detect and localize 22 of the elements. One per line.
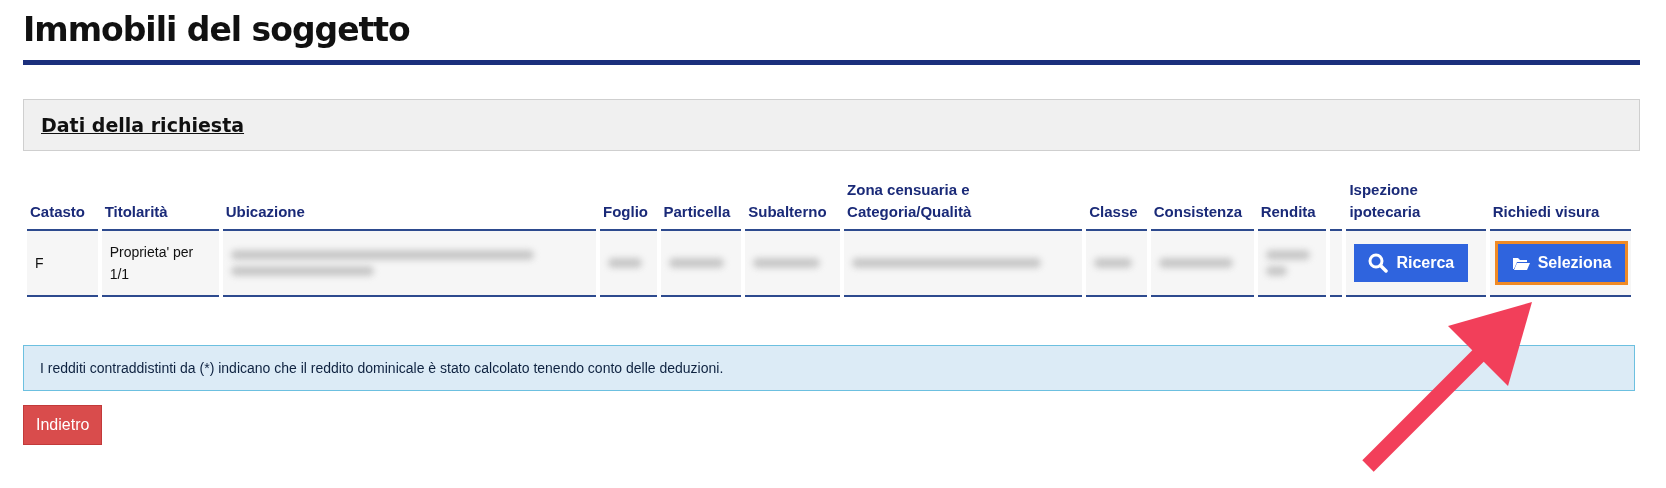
table-cell: F [27,231,98,297]
table-cell: Proprieta' per 1/1 [101,231,219,297]
column-header: Classe [1089,203,1138,220]
info-message: I redditi contraddistinti da (*) indicano che il reddito dominicale è stato calcolato tenendo conto delle deduzioni. [23,345,1635,391]
search-icon [1368,253,1389,273]
page-title: Immobili del soggetto [23,9,411,50]
folder-icon [1511,256,1530,270]
column-header: Titolarità [104,203,168,220]
column-header: Catasto [30,203,85,220]
back-button[interactable]: Indietro [23,405,103,445]
column-header: Subalterno [748,203,827,220]
select-button[interactable]: Seleziona [1497,244,1626,282]
column-header: Foglio [603,203,648,220]
column-header: Particella [663,203,731,220]
column-header: Zona censuaria e Categoria/Qualità [847,181,972,220]
column-header: Ispezione ipotecaria [1349,181,1421,220]
column-header: Consistenza [1153,203,1243,220]
column-header: Richiedi visura [1492,203,1600,220]
search-button[interactable]: Ricerca [1354,244,1469,282]
column-header: Rendita [1260,203,1316,220]
column-header: Ubicazione [225,203,305,220]
panel-title[interactable]: Dati della richiesta [41,114,245,136]
